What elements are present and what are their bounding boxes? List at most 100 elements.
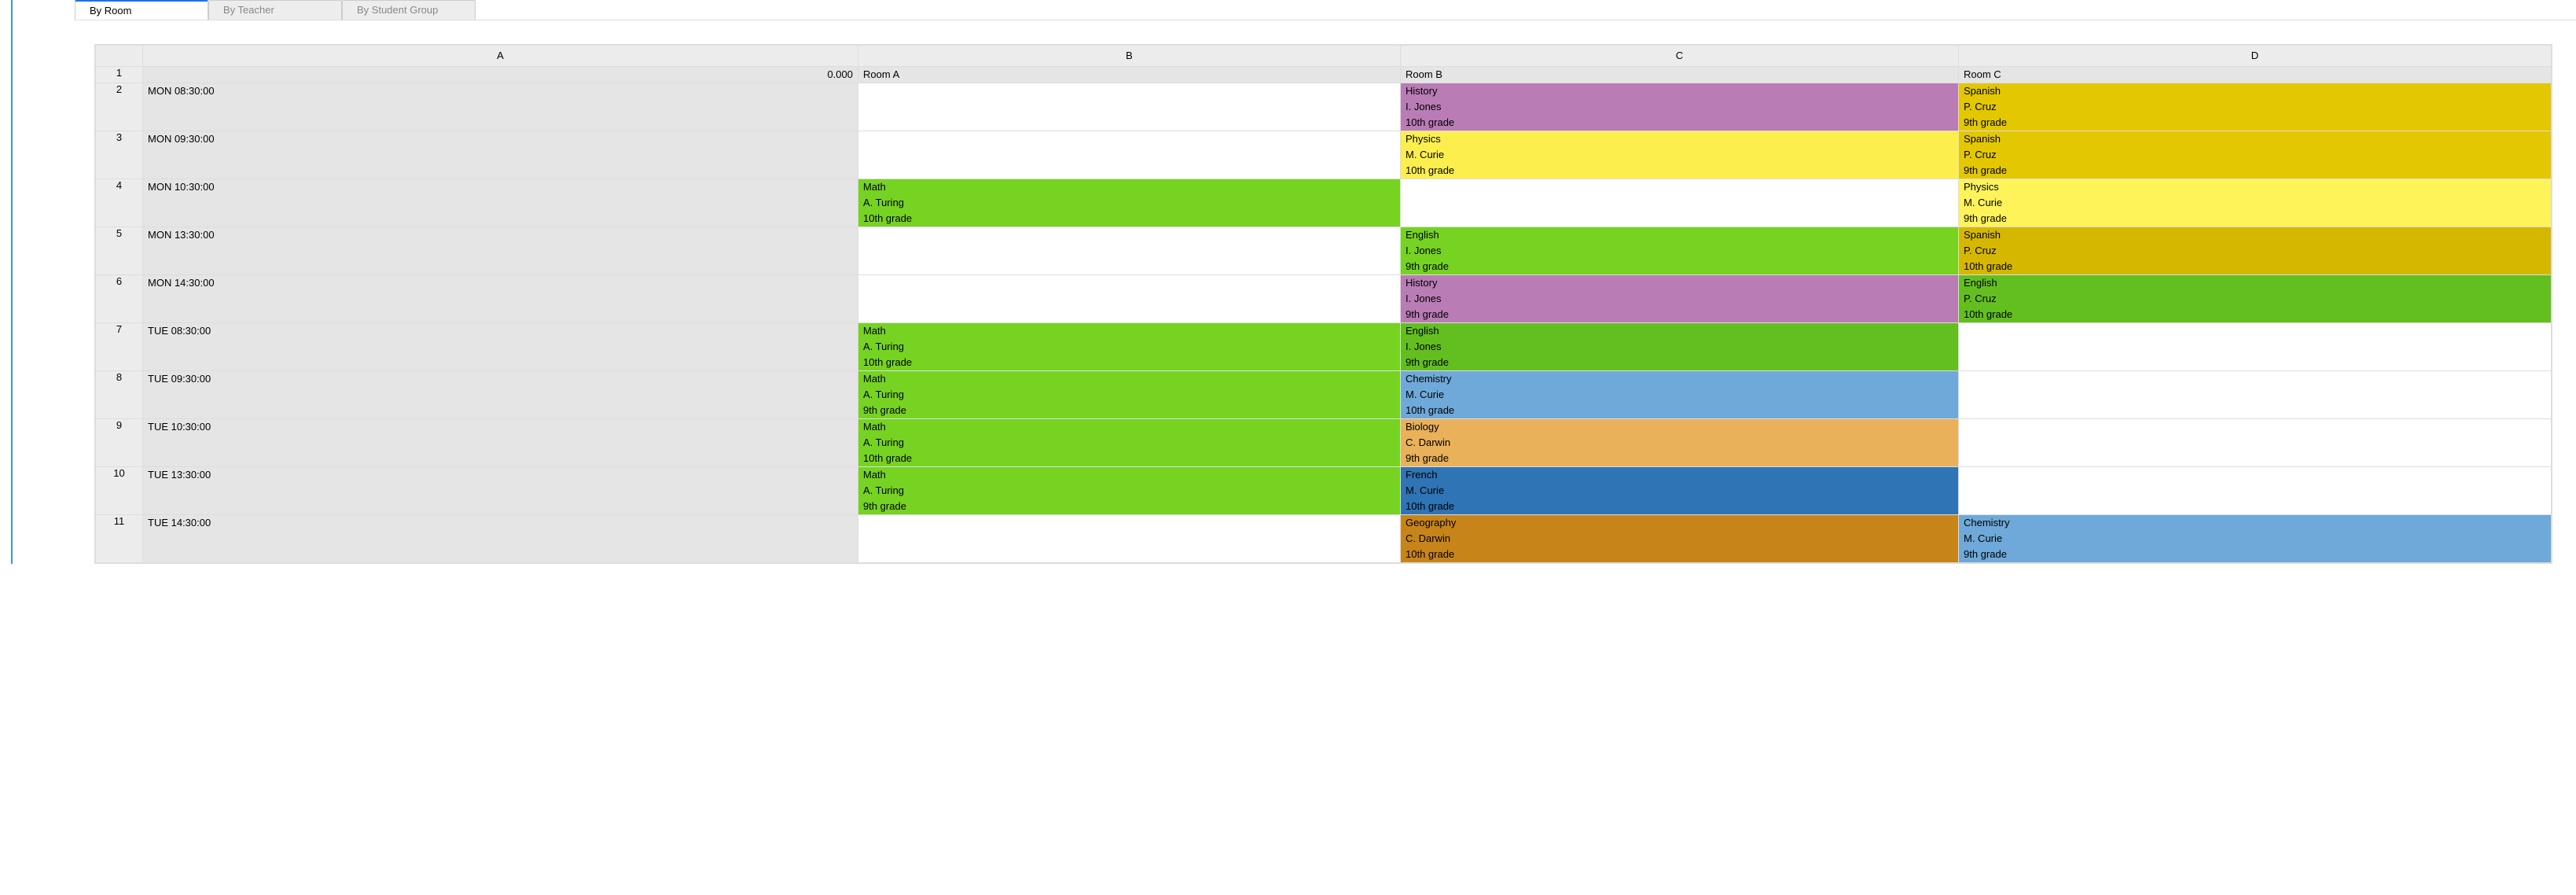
cell-A8[interactable]: TUE 09:30:00 — [143, 371, 858, 419]
cell-A2[interactable]: MON 08:30:00 — [143, 83, 858, 131]
row-header-11[interactable]: 11 — [96, 515, 143, 563]
time-slot: MON 10:30:00 — [143, 179, 858, 227]
teacher-label: C. Darwin — [1401, 531, 1958, 547]
row-number: 7 — [116, 323, 122, 335]
grid-table: A B C D 1 0.000 Room A Room B Room C — [95, 45, 2552, 563]
cell-A3[interactable]: MON 09:30:00 — [143, 131, 858, 179]
cell-B2[interactable] — [858, 83, 1401, 131]
tab-by-teacher[interactable]: By Teacher — [208, 0, 342, 20]
cell-A7[interactable]: TUE 08:30:00 — [143, 323, 858, 371]
class-slot: PhysicsM. Curie9th grade — [1959, 179, 2551, 227]
row-number: 1 — [116, 67, 122, 79]
cell-D2[interactable]: SpanishP. Cruz9th grade — [1959, 83, 2552, 131]
tab-by-student-group[interactable]: By Student Group — [342, 0, 476, 20]
cell-C11[interactable]: GeographyC. Darwin10th grade — [1401, 515, 1959, 563]
cell-B8[interactable]: MathA. Turing9th grade — [858, 371, 1401, 419]
cell-A4[interactable]: MON 10:30:00 — [143, 179, 858, 227]
time-label: TUE 14:30:00 — [143, 515, 858, 531]
class-slot: EnglishI. Jones9th grade — [1401, 227, 1958, 274]
teacher-label: I. Jones — [1401, 99, 1958, 115]
row-header-10[interactable]: 10 — [96, 467, 143, 515]
class-slot: MathA. Turing10th grade — [858, 323, 1400, 370]
row-header-4[interactable]: 4 — [96, 179, 143, 227]
cell-B10[interactable]: MathA. Turing9th grade — [858, 467, 1401, 515]
grade-label: 10th grade — [1959, 259, 2551, 274]
cell-C2[interactable]: HistoryI. Jones10th grade — [1401, 83, 1959, 131]
cell-D1[interactable]: Room C — [1959, 67, 2552, 83]
class-slot: ChemistryM. Curie10th grade — [1401, 371, 1958, 418]
cell-D4[interactable]: PhysicsM. Curie9th grade — [1959, 179, 2552, 227]
cell-C10[interactable]: FrenchM. Curie10th grade — [1401, 467, 1959, 515]
subject-label: History — [1401, 83, 1958, 99]
cell-C7[interactable]: EnglishI. Jones9th grade — [1401, 323, 1959, 371]
row-header-5[interactable]: 5 — [96, 227, 143, 275]
grade-label: 9th grade — [1401, 307, 1958, 322]
row-header-3[interactable]: 3 — [96, 131, 143, 179]
row-header-7[interactable]: 7 — [96, 323, 143, 371]
cell-D8[interactable] — [1959, 371, 2552, 419]
time-slot: MON 09:30:00 — [143, 131, 858, 179]
cell-C3[interactable]: PhysicsM. Curie10th grade — [1401, 131, 1959, 179]
col-label: B — [1126, 50, 1133, 61]
cell-D11[interactable]: ChemistryM. Curie9th grade — [1959, 515, 2552, 563]
class-slot: SpanishP. Cruz9th grade — [1959, 83, 2551, 131]
teacher-label: C. Darwin — [1401, 435, 1958, 451]
col-header-B[interactable]: B — [858, 46, 1401, 67]
cell-A1[interactable]: 0.000 — [143, 67, 858, 83]
cell-C5[interactable]: EnglishI. Jones9th grade — [1401, 227, 1959, 275]
row-header-2[interactable]: 2 — [96, 83, 143, 131]
cell-D3[interactable]: SpanishP. Cruz9th grade — [1959, 131, 2552, 179]
cell-C6[interactable]: HistoryI. Jones9th grade — [1401, 275, 1959, 323]
cell-A10[interactable]: TUE 13:30:00 — [143, 467, 858, 515]
cell-A9[interactable]: TUE 10:30:00 — [143, 419, 858, 467]
sheet-tabs: By Room By Teacher By Student Group — [75, 0, 2576, 20]
cell-D6[interactable]: EnglishP. Cruz10th grade — [1959, 275, 2552, 323]
corner-cell[interactable] — [96, 46, 143, 67]
row-header-1[interactable]: 1 — [96, 67, 143, 83]
col-header-A[interactable]: A — [143, 46, 858, 67]
row-header-8[interactable]: 8 — [96, 371, 143, 419]
row-header-6[interactable]: 6 — [96, 275, 143, 323]
class-slot: BiologyC. Darwin9th grade — [1401, 419, 1958, 466]
cell-A5[interactable]: MON 13:30:00 — [143, 227, 858, 275]
cell-B3[interactable] — [858, 131, 1401, 179]
class-slot: SpanishP. Cruz9th grade — [1959, 131, 2551, 179]
cell-C9[interactable]: BiologyC. Darwin9th grade — [1401, 419, 1959, 467]
cell-B9[interactable]: MathA. Turing10th grade — [858, 419, 1401, 467]
cell-B6[interactable] — [858, 275, 1401, 323]
class-slot: MathA. Turing9th grade — [858, 467, 1400, 514]
cell-A11[interactable]: TUE 14:30:00 — [143, 515, 858, 563]
row-header-9[interactable]: 9 — [96, 419, 143, 467]
grade-label: 10th grade — [858, 355, 1400, 370]
cell-D7[interactable] — [1959, 323, 2552, 371]
data-row-8: 8 TUE 09:30:00 MathA. Turing9th gradeChem… — [96, 371, 2552, 419]
cell-B1[interactable]: Room A — [858, 67, 1401, 83]
grade-label: 9th grade — [1401, 451, 1958, 466]
cell-C1[interactable]: Room B — [1401, 67, 1959, 83]
time-label: MON 13:30:00 — [143, 227, 858, 243]
class-slot: ChemistryM. Curie9th grade — [1959, 515, 2551, 562]
cell-value: Room C — [1959, 67, 2551, 83]
cell-D9[interactable] — [1959, 419, 2552, 467]
cell-C4[interactable] — [1401, 179, 1959, 227]
row-number: 5 — [116, 227, 122, 239]
cell-B5[interactable] — [858, 227, 1401, 275]
spreadsheet: A B C D 1 0.000 Room A Room B Room C — [94, 44, 2552, 564]
cell-C8[interactable]: ChemistryM. Curie10th grade — [1401, 371, 1959, 419]
col-header-D[interactable]: D — [1959, 46, 2552, 67]
cell-D5[interactable]: SpanishP. Cruz10th grade — [1959, 227, 2552, 275]
cell-B11[interactable] — [858, 515, 1401, 563]
cell-A6[interactable]: MON 14:30:00 — [143, 275, 858, 323]
col-header-C[interactable]: C — [1401, 46, 1959, 67]
cell-B4[interactable]: MathA. Turing10th grade — [858, 179, 1401, 227]
grade-label: 9th grade — [1401, 355, 1958, 370]
cell-B7[interactable]: MathA. Turing10th grade — [858, 323, 1401, 371]
teacher-label: M. Curie — [1401, 387, 1958, 403]
cell-D10[interactable] — [1959, 467, 2552, 515]
row-number: 8 — [116, 371, 122, 383]
subject-label: French — [1401, 467, 1958, 483]
class-slot: SpanishP. Cruz10th grade — [1959, 227, 2551, 274]
tab-by-room[interactable]: By Room — [75, 0, 208, 20]
teacher-label: I. Jones — [1401, 243, 1958, 259]
tab-label: By Room — [90, 5, 131, 17]
